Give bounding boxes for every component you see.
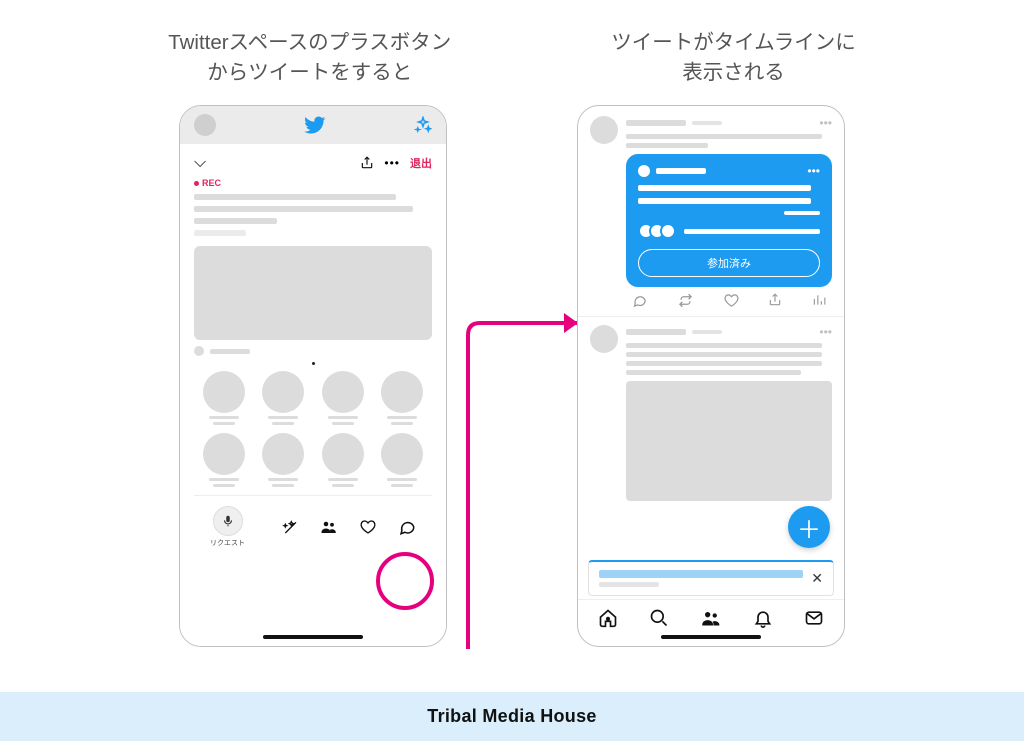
embed-meta-line	[784, 211, 820, 215]
effects-icon[interactable]	[282, 519, 298, 535]
participant[interactable]	[254, 371, 314, 425]
separator	[578, 316, 844, 317]
sparkle-icon[interactable]	[414, 116, 432, 134]
plus-icon: ＋	[797, 510, 821, 545]
name-line	[626, 329, 686, 335]
phones-row: ⌵ ••• 退出 REC	[0, 105, 1024, 647]
title-line	[194, 206, 413, 212]
footer-brand: Tribal Media House	[0, 692, 1024, 741]
space-bar-sub	[599, 582, 659, 587]
tweet-avatar	[590, 325, 618, 353]
participant[interactable]	[194, 371, 254, 425]
image-caption	[194, 346, 432, 356]
text-line	[626, 352, 822, 357]
caption-left: Twitterスペースのプラスボタン からツイートをすると	[168, 28, 451, 87]
embed-title-line	[638, 185, 811, 191]
reply-icon[interactable]	[632, 293, 647, 308]
more-icon[interactable]: •••	[384, 156, 400, 170]
participant[interactable]	[254, 433, 314, 487]
more-icon[interactable]: •••	[819, 116, 832, 130]
tweet-image	[626, 381, 832, 501]
embed-participants	[638, 223, 820, 239]
home-indicator	[661, 635, 761, 639]
tweet[interactable]: ••• •••	[590, 116, 832, 308]
close-icon[interactable]: ✕	[811, 570, 823, 587]
nav-home-icon[interactable]	[598, 608, 618, 628]
space-toolbar: リクエスト	[194, 495, 432, 554]
analytics-icon[interactable]	[812, 293, 826, 308]
twitter-header	[180, 106, 446, 144]
profile-avatar[interactable]	[194, 114, 216, 136]
participant[interactable]	[373, 371, 433, 425]
participant[interactable]	[194, 433, 254, 487]
pager-dot	[312, 362, 315, 365]
request-label: リクエスト	[210, 538, 245, 548]
share-icon[interactable]	[360, 156, 374, 170]
reaction-icon[interactable]	[360, 519, 376, 535]
handle-line	[692, 121, 722, 125]
more-icon[interactable]: •••	[819, 325, 832, 339]
tweet-actions	[626, 287, 832, 308]
text-line	[626, 361, 822, 366]
captions-row: Twitterスペースのプラスボタン からツイートをすると ツイートがタイムライ…	[0, 0, 1024, 87]
space-embed-card[interactable]: ••• 参加済み	[626, 154, 832, 287]
space-bar-title	[599, 570, 803, 578]
bottom-nav	[578, 599, 844, 632]
handle-line	[692, 330, 722, 334]
mic-button[interactable]	[213, 506, 243, 536]
text-line	[626, 370, 801, 375]
title-line	[194, 194, 396, 200]
tweet-avatar	[590, 116, 618, 144]
leave-button[interactable]: 退出	[410, 155, 432, 171]
text-line	[626, 143, 708, 148]
caption-right: ツイートがタイムラインに 表示される	[611, 28, 856, 87]
nav-messages-icon[interactable]	[804, 608, 824, 628]
phone-left: ⌵ ••• 退出 REC	[179, 105, 447, 647]
like-icon[interactable]	[724, 293, 739, 308]
participant[interactable]	[313, 371, 373, 425]
embed-avatar	[638, 165, 650, 177]
flow-arrow	[420, 193, 600, 673]
rec-indicator: REC	[194, 178, 432, 188]
subtitle-line	[194, 218, 277, 224]
caption-line	[210, 349, 250, 354]
phone-right: ••• •••	[577, 105, 845, 647]
tweet[interactable]: •••	[590, 325, 832, 501]
text-line	[626, 343, 822, 348]
compose-fab[interactable]: ＋	[788, 506, 830, 548]
space-mini-bar[interactable]: ✕	[588, 560, 834, 596]
participants-grid	[194, 371, 432, 487]
embed-name	[656, 168, 706, 174]
rec-dot-icon	[194, 181, 199, 186]
nav-notifications-icon[interactable]	[753, 608, 773, 628]
comment-icon[interactable]	[398, 518, 416, 536]
meta-line	[194, 230, 246, 236]
participant[interactable]	[313, 433, 373, 487]
name-line	[626, 120, 686, 126]
participant[interactable]	[373, 433, 433, 487]
more-icon[interactable]: •••	[807, 164, 820, 178]
people-icon[interactable]	[320, 518, 338, 536]
caption-avatar	[194, 346, 204, 356]
timeline: ••• •••	[578, 106, 844, 646]
retweet-icon[interactable]	[677, 293, 694, 308]
space-card: ⌵ ••• 退出 REC	[180, 144, 446, 646]
twitter-logo-icon	[304, 114, 326, 136]
highlight-ring	[376, 552, 434, 610]
home-indicator	[263, 635, 363, 639]
nav-search-icon[interactable]	[649, 608, 669, 628]
embed-title-line	[638, 198, 811, 204]
space-image	[194, 246, 432, 340]
text-line	[626, 134, 822, 139]
share-icon[interactable]	[768, 293, 782, 308]
joined-button[interactable]: 参加済み	[638, 249, 820, 277]
nav-people-icon[interactable]	[700, 608, 722, 628]
chevron-down-icon[interactable]: ⌵	[194, 154, 206, 172]
space-top-bar: ⌵ ••• 退出	[194, 154, 432, 172]
